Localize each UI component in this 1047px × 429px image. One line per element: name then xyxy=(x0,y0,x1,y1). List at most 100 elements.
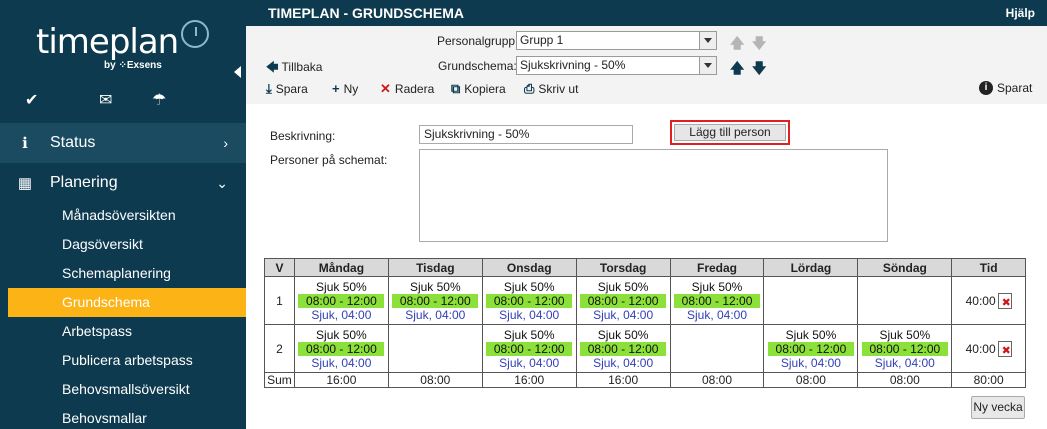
shift-block[interactable]: Sjuk 50% 08:00 - 12:00 Sjuk, 04:00 xyxy=(295,328,388,370)
sum-cell: 08:00 xyxy=(669,372,765,388)
calendar-icon: ▦ xyxy=(17,175,33,192)
personalgrupp-select[interactable]: Grupp 1 xyxy=(516,31,717,50)
shift-name: Sjuk 50% xyxy=(409,279,461,294)
close-icon: ✕ xyxy=(380,81,391,96)
shift-time: 08:00 - 12:00 xyxy=(674,293,761,308)
header-torsdag: Torsdag xyxy=(575,258,671,277)
arrow-left-icon: 🡄 xyxy=(266,60,279,74)
shift-time: 08:00 - 12:00 xyxy=(580,341,667,356)
back-link[interactable]: 🡄 Tillbaka xyxy=(266,58,322,79)
delete-button[interactable]: ✕ Radera xyxy=(380,81,434,97)
print-button[interactable]: ⎙ Skriv ut xyxy=(524,81,578,97)
sidebar-item-grundschema[interactable]: Grundschema xyxy=(8,288,246,317)
shift-block[interactable]: Sjuk 50% 08:00 - 12:00 Sjuk, 04:00 xyxy=(295,280,388,322)
nav-status[interactable]: ℹ Status › xyxy=(0,123,246,163)
description-label: Beskrivning: xyxy=(270,129,336,143)
header-tisdag: Tisdag xyxy=(387,258,483,277)
shift-time: 08:00 - 12:00 xyxy=(392,293,479,308)
shift-detail: Sjuk, 04:00 xyxy=(874,355,935,370)
header-tid: Tid xyxy=(951,258,1026,277)
grundschema-select[interactable]: Sjukskrivning - 50% xyxy=(516,56,717,75)
day-cell[interactable]: Sjuk 50% 08:00 - 12:00 Sjuk, 04:00 xyxy=(293,324,389,373)
delete-week-icon[interactable] xyxy=(997,292,1012,309)
shift-detail: Sjuk, 04:00 xyxy=(686,307,748,322)
sum-cell: 80:00 xyxy=(951,372,1026,388)
add-person-label: Lägg till person xyxy=(674,124,786,141)
sidebar-item-publicera-arbetspass[interactable]: Publicera arbetspass xyxy=(8,346,246,375)
save-button[interactable]: ⤓ Spara xyxy=(266,81,308,97)
shift-time: 08:00 - 12:00 xyxy=(767,341,854,356)
shift-block[interactable]: Sjuk 50% 08:00 - 12:00 Sjuk, 04:00 xyxy=(671,280,764,322)
week-total: 40:00 xyxy=(965,293,996,308)
copy-icon: ⧉ xyxy=(451,81,461,96)
day-cell[interactable]: Sjuk 50% 08:00 - 12:00 Sjuk, 04:00 xyxy=(763,324,859,373)
day-cell[interactable] xyxy=(763,276,859,325)
info-icon: i xyxy=(979,81,993,95)
help-link[interactable]: Hjälp xyxy=(1006,6,1035,20)
shift-block[interactable]: Sjuk 50% 08:00 - 12:00 Sjuk, 04:00 xyxy=(483,328,576,370)
nav-planering[interactable]: ▦ Planering ⌄ xyxy=(0,163,246,203)
grundschema-label: Grundschema: xyxy=(438,59,517,73)
header-sondag: Söndag xyxy=(857,258,953,277)
umbrella-icon[interactable]: ☂ xyxy=(152,90,166,110)
toolbar: Personalgrupp: Grupp 1 🡅 🡇 🡄 Tillbaka Gr… xyxy=(246,26,1047,104)
day-cell[interactable]: Sjuk 50% 08:00 - 12:00 Sjuk, 04:00 xyxy=(857,324,953,373)
personalgrupp-label: Personalgrupp: xyxy=(437,34,519,48)
shift-block[interactable]: Sjuk 50% 08:00 - 12:00 Sjuk, 04:00 xyxy=(483,280,576,322)
schedule-body: 1 Sjuk 50% 08:00 - 12:00 Sjuk, 04:00 Sjuk 50… xyxy=(264,276,1026,388)
plus-icon: + xyxy=(332,81,340,96)
shift-time: 08:00 - 12:00 xyxy=(486,293,573,308)
saved-status: i Sparat xyxy=(979,81,1032,95)
delete-week-icon[interactable] xyxy=(997,340,1012,357)
move-down-button[interactable]: 🡇 xyxy=(752,58,766,82)
nav-planering-label: Planering xyxy=(50,174,118,191)
shift-block[interactable]: Sjuk 50% 08:00 - 12:00 Sjuk, 04:00 xyxy=(764,328,857,370)
sidebar-item-schemaplanering[interactable]: Schemaplanering xyxy=(8,259,246,288)
shift-name: Sjuk 50% xyxy=(785,327,837,342)
day-cell[interactable]: Sjuk 50% 08:00 - 12:00 Sjuk, 04:00 xyxy=(669,276,765,325)
shift-block[interactable]: Sjuk 50% 08:00 - 12:00 Sjuk, 04:00 xyxy=(389,280,482,322)
persons-list[interactable] xyxy=(419,149,888,242)
week-total: 40:00 xyxy=(965,341,996,356)
day-cell[interactable]: Sjuk 50% 08:00 - 12:00 Sjuk, 04:00 xyxy=(481,276,577,325)
shift-detail: Sjuk, 04:00 xyxy=(499,355,560,370)
sidebar-item-arbetspass[interactable]: Arbetspass xyxy=(8,317,246,346)
day-cell[interactable]: Sjuk 50% 08:00 - 12:00 Sjuk, 04:00 xyxy=(293,276,389,325)
chevron-right-icon: › xyxy=(223,135,228,151)
sidebar-item-manadsoversikten[interactable]: Månadsöversikten xyxy=(8,201,246,230)
shift-detail: Sjuk, 04:00 xyxy=(499,307,560,322)
shift-time: 08:00 - 12:00 xyxy=(298,293,385,308)
new-week-button[interactable]: Ny vecka xyxy=(971,396,1025,419)
shift-block[interactable]: Sjuk 50% 08:00 - 12:00 Sjuk, 04:00 xyxy=(858,328,951,370)
sidebar-item-behovsmallsoversikt[interactable]: Behovsmallsöversikt xyxy=(8,375,246,404)
arrow-down-icon: 🡇 xyxy=(752,35,767,51)
new-button[interactable]: + Ny xyxy=(332,81,358,96)
shift-block[interactable]: Sjuk 50% 08:00 - 12:00 Sjuk, 04:00 xyxy=(577,328,670,370)
shift-block[interactable]: Sjuk 50% 08:00 - 12:00 Sjuk, 04:00 xyxy=(577,280,670,322)
day-cell[interactable]: Sjuk 50% 08:00 - 12:00 Sjuk, 04:00 xyxy=(387,276,483,325)
sidebar-item-behovsmallar[interactable]: Behovsmallar xyxy=(8,404,246,429)
description-input[interactable]: Sjukskrivning - 50% xyxy=(419,125,633,144)
sidebar-item-dagsoversikt[interactable]: Dagsöversikt xyxy=(8,230,246,259)
sum-cell: 16:00 xyxy=(481,372,577,388)
day-cell[interactable]: Sjuk 50% 08:00 - 12:00 Sjuk, 04:00 xyxy=(575,324,671,373)
new-label: Ny xyxy=(343,81,359,96)
copy-button[interactable]: ⧉ Kopiera xyxy=(451,81,506,97)
mail-icon[interactable]: ✉ xyxy=(99,90,112,110)
check-icon[interactable]: ✔ xyxy=(25,90,38,110)
sum-cell: 08:00 xyxy=(763,372,859,388)
day-cell[interactable]: Sjuk 50% 08:00 - 12:00 Sjuk, 04:00 xyxy=(575,276,671,325)
header-lordag: Lördag xyxy=(763,258,859,277)
move-up-button[interactable]: 🡅 xyxy=(730,58,744,82)
collapse-sidebar-icon[interactable] xyxy=(234,66,241,78)
day-cell[interactable] xyxy=(387,324,483,373)
print-label: Skriv ut xyxy=(538,82,579,96)
personalgrupp-value: Grupp 1 xyxy=(520,33,564,47)
day-cell[interactable] xyxy=(857,276,953,325)
shift-time: 08:00 - 12:00 xyxy=(861,341,948,356)
day-cell[interactable]: Sjuk 50% 08:00 - 12:00 Sjuk, 04:00 xyxy=(481,324,577,373)
info-icon: ℹ xyxy=(22,135,28,152)
day-cell[interactable] xyxy=(669,324,765,373)
add-person-button[interactable]: Lägg till person xyxy=(670,120,790,145)
sum-label: Sum xyxy=(264,372,295,388)
